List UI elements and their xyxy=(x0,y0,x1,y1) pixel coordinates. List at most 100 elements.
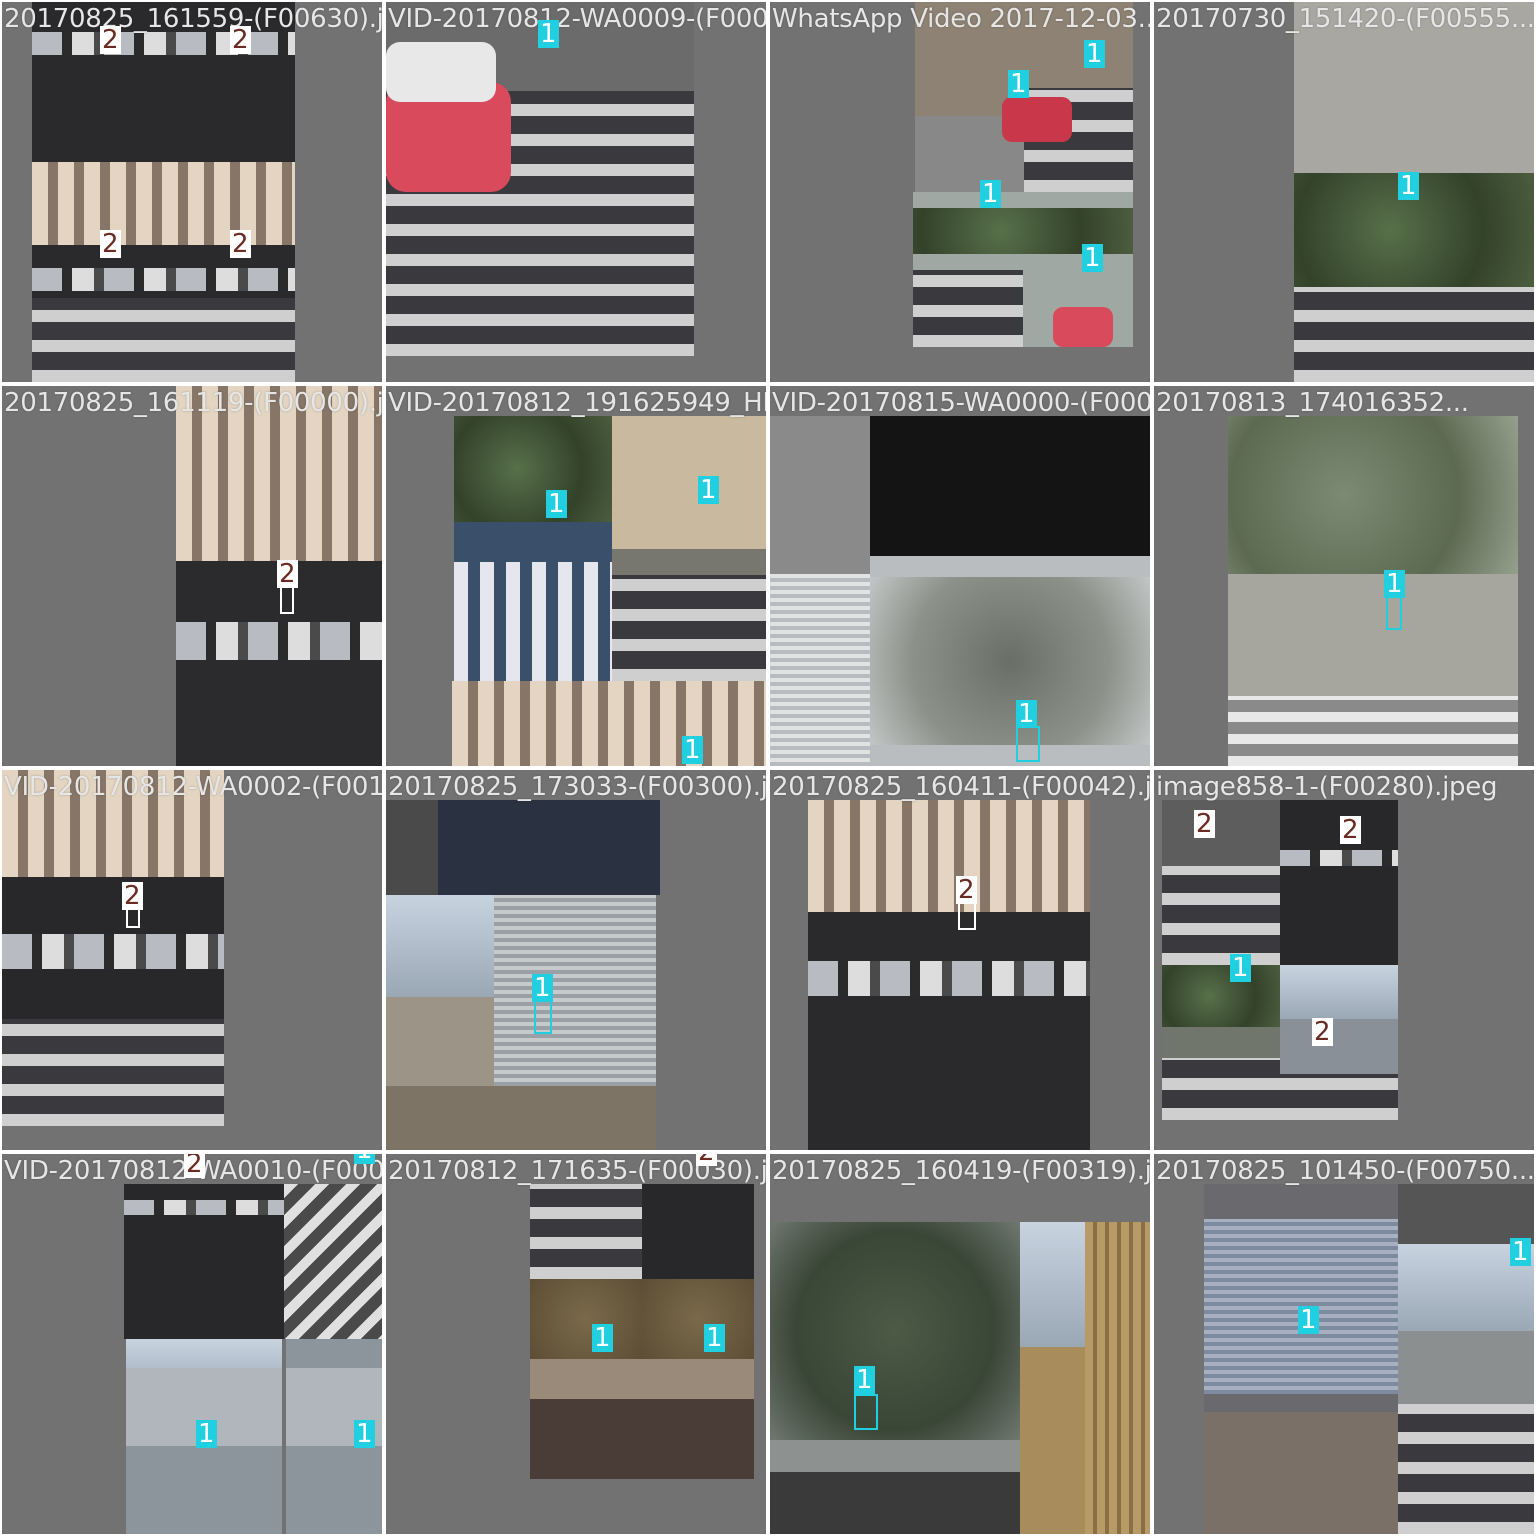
tile-7: 1 VID-20170815-WA0000-(F00060).jpeg xyxy=(770,386,1150,766)
tile-photo xyxy=(1280,965,1398,1120)
tile-3: 1 1 1 1 WhatsApp Video 2017-12-03... xyxy=(770,2,1150,382)
tile-photo xyxy=(1398,1184,1534,1244)
class-label: 2 xyxy=(230,229,251,259)
tile-photo xyxy=(1162,800,1280,965)
tile-6: 1 1 1 VID-20170812_191625949_HDR-(F00045… xyxy=(386,386,766,766)
class-label: 1 xyxy=(354,1419,375,1449)
tile-filename: image858-1-(F00280).jpeg xyxy=(1156,772,1498,802)
tile-filename: 20170730_151420-(F00555... xyxy=(1156,4,1534,34)
class-label: 1 xyxy=(1008,69,1029,99)
tile-16: 1 1 20170825_101450-(F00750... xyxy=(1154,1154,1534,1534)
class-label: 2 xyxy=(184,1154,205,1178)
class-label: 1 xyxy=(1384,569,1405,599)
class-label: 1 xyxy=(1084,39,1105,69)
tile-photo xyxy=(870,556,1150,766)
class-label: 1 xyxy=(980,179,1001,209)
tile-photo xyxy=(642,1279,754,1479)
tile-photo xyxy=(1204,1184,1398,1534)
mosaic-grid: 2 2 2 2 20170825_161559-(F00630).jpeg 1 … xyxy=(0,0,1536,1536)
tile-filename: VID-20170812-WA0009-(F00090).jpeg xyxy=(388,4,766,34)
tile-8: 1 20170813_174016352... xyxy=(1154,386,1534,766)
tile-photo xyxy=(386,800,438,895)
class-label: 2 xyxy=(230,25,251,55)
tile-photo xyxy=(32,2,295,382)
tile-2: 1 VID-20170812-WA0009-(F00090).jpeg xyxy=(386,2,766,382)
tile-photo xyxy=(284,1184,382,1339)
tile-filename: 20170825_173033-(F00300).jpeg xyxy=(388,772,766,802)
tile-filename: 20170825_160411-(F00042).jpeg xyxy=(772,772,1150,802)
class-label: 1 xyxy=(1298,1305,1319,1335)
detection-box xyxy=(958,902,976,930)
tile-photo xyxy=(2,770,224,1126)
class-label: 2 xyxy=(1194,809,1215,839)
tile-11: 2 20170825_160411-(F00042).jpeg xyxy=(770,770,1150,1150)
class-label: 1 xyxy=(354,1154,375,1164)
tile-photo xyxy=(454,416,612,681)
tile-filename: 20170813_174016352... xyxy=(1156,388,1469,418)
tile-14: 2 1 1 20170812_171635-(F00030).jpeg xyxy=(386,1154,766,1534)
detection-box xyxy=(126,908,140,928)
detection-box xyxy=(1386,596,1402,630)
detection-box xyxy=(534,1000,552,1034)
tile-photo xyxy=(530,1279,642,1479)
class-label: 1 xyxy=(698,475,719,505)
tile-photo xyxy=(386,895,656,1150)
tile-photo xyxy=(530,1184,642,1279)
detection-box xyxy=(1016,726,1040,762)
class-label: 1 xyxy=(1398,171,1419,201)
tile-photo xyxy=(386,2,694,356)
class-label: 2 xyxy=(100,25,121,55)
tile-filename: VID-20170812-WA0002-(F00135).jpeg xyxy=(4,772,382,802)
detection-box xyxy=(280,586,294,614)
class-label: 1 xyxy=(854,1365,875,1395)
tile-photo xyxy=(1020,1222,1150,1534)
class-label: 1 xyxy=(1016,699,1037,729)
tile-photo xyxy=(1280,800,1398,965)
tile-5: 2 20170825_161119-(F00000).jpeg xyxy=(2,386,382,766)
class-label: 2 xyxy=(696,1154,717,1166)
tile-9: 2 VID-20170812-WA0002-(F00135).jpeg xyxy=(2,770,382,1150)
class-label: 1 xyxy=(1510,1237,1531,1267)
class-label: 1 xyxy=(546,489,567,519)
tile-photo xyxy=(438,800,660,895)
class-label: 1 xyxy=(1230,953,1251,983)
tile-15: 1 20170825_160419-(F00319).jpeg xyxy=(770,1154,1150,1534)
class-label: 2 xyxy=(956,875,977,905)
tile-4: 1 20170730_151420-(F00555... xyxy=(1154,2,1534,382)
class-label: 2 xyxy=(122,881,143,911)
tile-photo xyxy=(124,1184,284,1339)
class-label: 1 xyxy=(682,735,703,765)
tile-1: 2 2 2 2 20170825_161559-(F00630).jpeg xyxy=(2,2,382,382)
tile-photo xyxy=(770,416,870,766)
tile-photo xyxy=(612,416,766,681)
tile-photo xyxy=(452,681,766,766)
class-label: 2 xyxy=(277,559,298,589)
tile-photo xyxy=(642,1184,754,1279)
tile-filename: VID-20170812_191625949_HDR-(F00045).jpeg xyxy=(388,388,766,418)
class-label: 1 xyxy=(1082,243,1103,273)
tile-photo xyxy=(808,800,1090,1150)
tile-photo xyxy=(1228,416,1518,766)
tile-13: 2 1 1 1 VID-20170812-WA0010-(F00030).jpe… xyxy=(2,1154,382,1534)
tile-photo xyxy=(1398,1244,1534,1534)
tile-photo xyxy=(770,1222,1020,1534)
tile-filename: 20170825_161119-(F00000).jpeg xyxy=(4,388,382,418)
detection-box xyxy=(854,1394,878,1430)
tile-filename: 20170825_161559-(F00630).jpeg xyxy=(4,4,382,34)
tile-photo xyxy=(870,416,1150,556)
tile-filename: VID-20170815-WA0000-(F00060).jpeg xyxy=(772,388,1150,418)
tile-photo xyxy=(1162,965,1280,1120)
class-label: 1 xyxy=(196,1419,217,1449)
class-label: 1 xyxy=(592,1323,613,1353)
class-label: 2 xyxy=(1340,815,1361,845)
class-label: 1 xyxy=(704,1323,725,1353)
tile-10: 1 20170825_173033-(F00300).jpeg xyxy=(386,770,766,1150)
tile-filename: 20170825_160419-(F00319).jpeg xyxy=(772,1156,1150,1186)
class-label: 1 xyxy=(532,973,553,1003)
tile-filename: WhatsApp Video 2017-12-03... xyxy=(772,4,1150,34)
class-label: 1 xyxy=(538,19,559,49)
class-label: 2 xyxy=(1312,1017,1333,1047)
tile-12: 2 2 1 2 image858-1-(F00280).jpeg xyxy=(1154,770,1534,1150)
class-label: 2 xyxy=(100,229,121,259)
tile-filename: 20170825_101450-(F00750... xyxy=(1156,1156,1534,1186)
